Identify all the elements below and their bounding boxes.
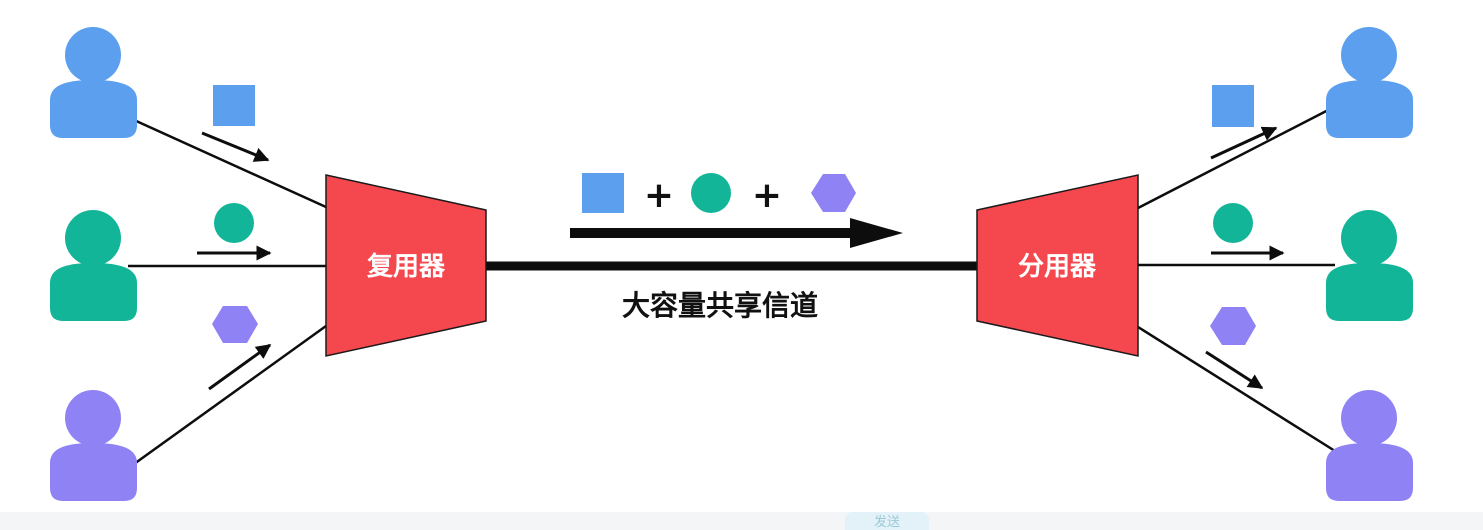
channel-arrow-head — [850, 218, 903, 248]
send-button[interactable]: 发送 — [845, 512, 929, 530]
input-square-icon — [213, 85, 255, 126]
link-line-user-blue-to-mux — [133, 118, 327, 209]
user-icon-blue-sender — [50, 27, 137, 138]
channel-square-icon — [582, 173, 624, 213]
input-circle-icon — [214, 203, 254, 243]
user-icon-purple-receiver — [1326, 390, 1413, 501]
channel-label: 大容量共享信道 — [622, 289, 818, 322]
output-circle-icon — [1213, 203, 1253, 243]
multiplexing-diagram: 复用器 分用器 + + 大容量共享信道 — [50, 27, 1413, 501]
input-arrow-purple — [208, 343, 272, 391]
plus-sign-2: + — [752, 175, 782, 216]
output-arrow-purple — [1205, 350, 1264, 390]
plus-sign-1: + — [644, 175, 674, 216]
user-icon-purple-sender — [50, 390, 137, 501]
multiplexer-label: 复用器 — [367, 252, 446, 282]
output-hexagon-icon — [1210, 307, 1256, 345]
user-icon-blue-receiver — [1326, 27, 1413, 138]
input-hexagon-icon — [212, 306, 258, 343]
channel-arrow-shaft — [570, 228, 852, 238]
demultiplexer-label: 分用器 — [1018, 252, 1097, 282]
link-line-demux-to-user-purple — [1137, 325, 1336, 453]
user-icon-green-receiver — [1326, 210, 1413, 321]
link-line-user-purple-to-mux — [133, 324, 327, 466]
channel-circle-icon — [691, 173, 731, 213]
user-icon-green-sender — [50, 210, 137, 321]
output-square-icon — [1212, 85, 1254, 127]
channel-hexagon-icon — [811, 174, 856, 212]
bottom-toolbar-strip — [0, 512, 1483, 530]
